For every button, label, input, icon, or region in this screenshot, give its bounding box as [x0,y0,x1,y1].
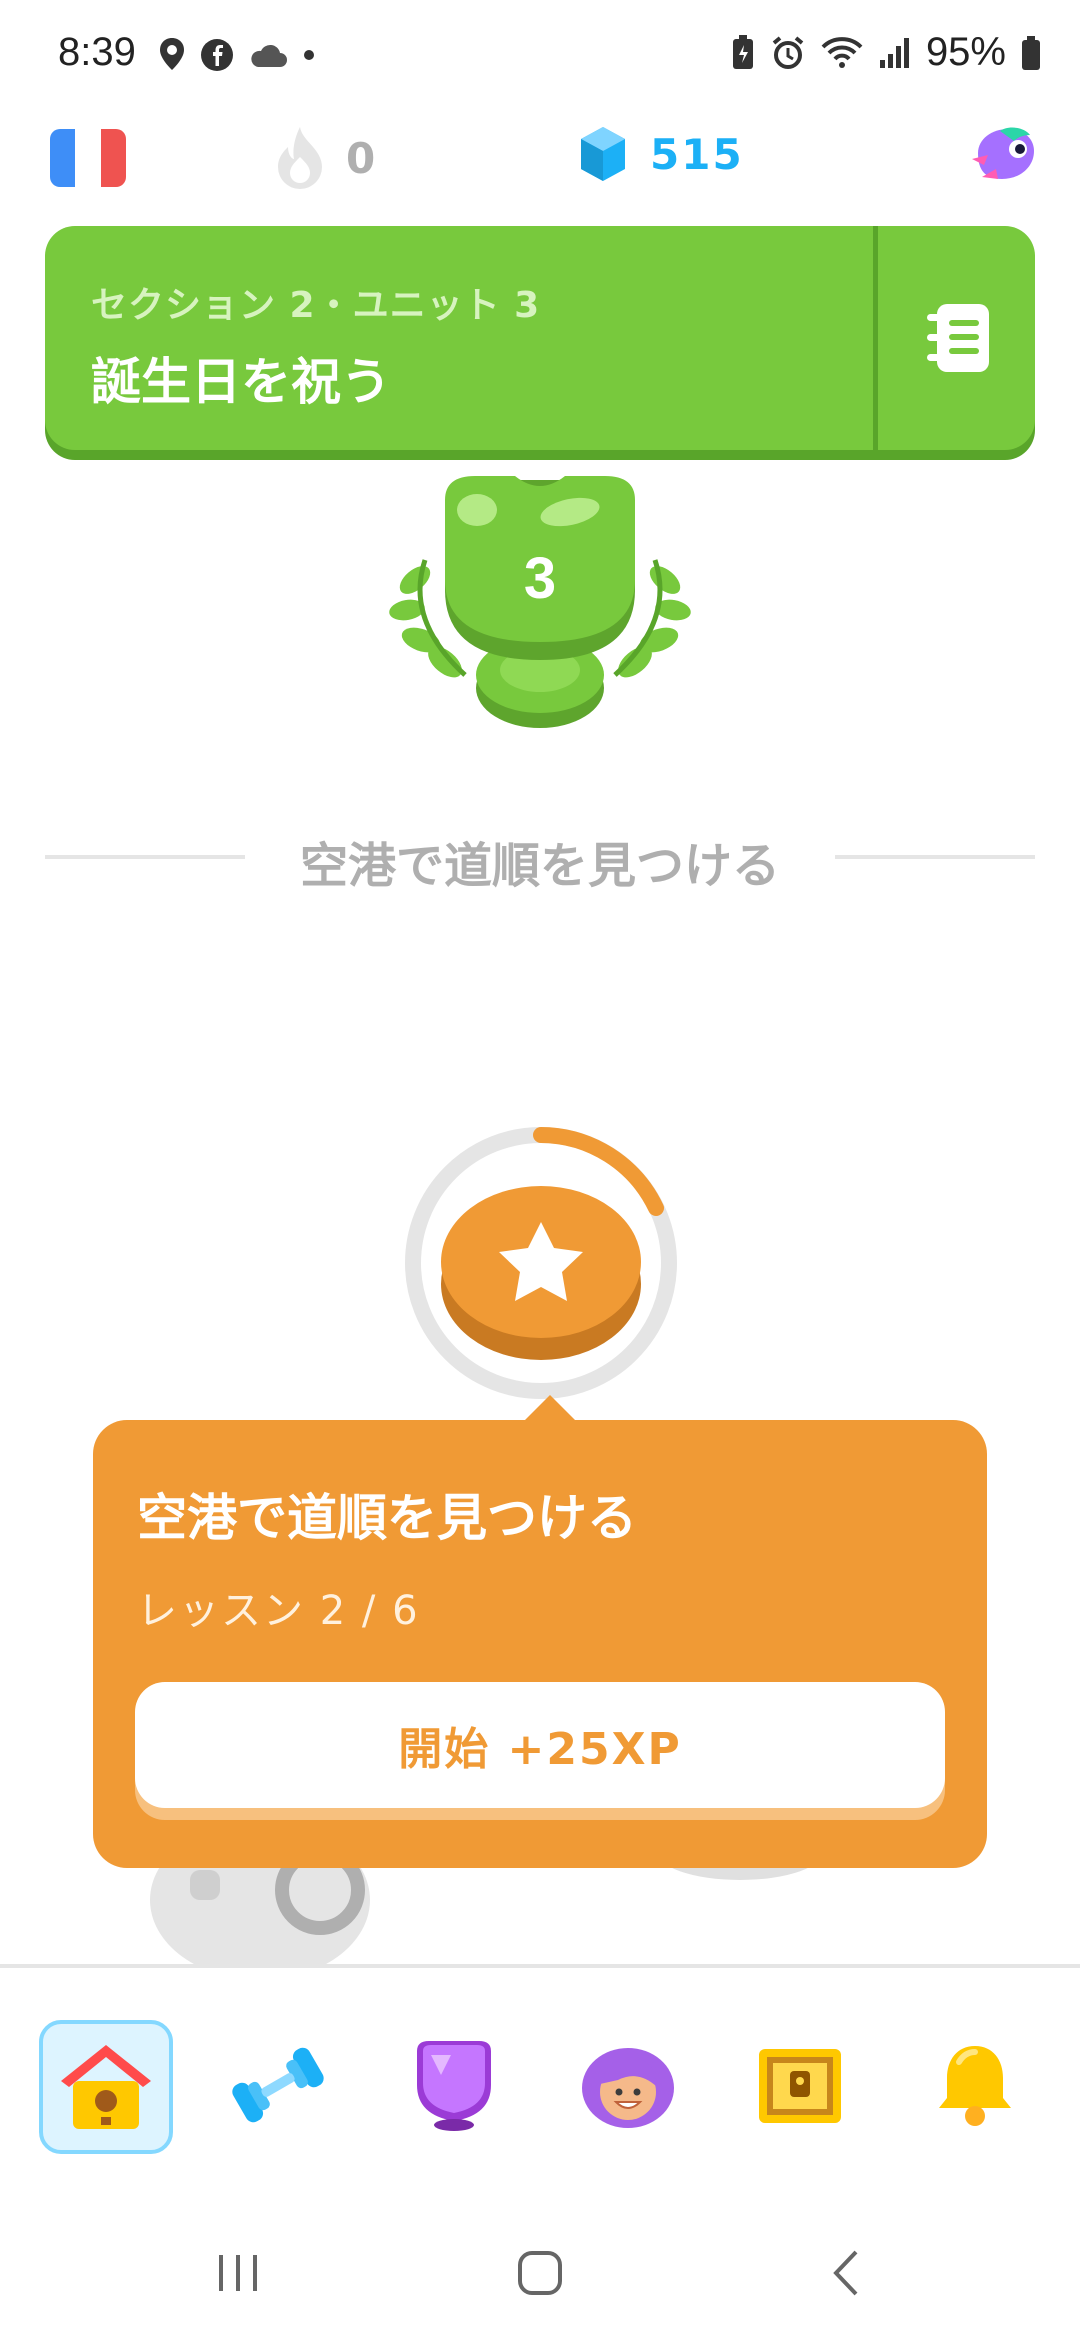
popover-arrow [522,1395,578,1423]
lesson-popover: 空港で道順を見つける レッスン 2 / 6 開始 +25XP [93,1420,987,1868]
system-navigation-bar [0,2198,1080,2340]
unit-title: 誕生日を祝う [91,353,391,411]
section-label: 空港で道順を見つける [299,838,780,894]
status-notification-icons [158,36,316,74]
nav-quests[interactable] [735,2020,865,2150]
dumbbell-icon [232,2047,324,2123]
cloud-icon [251,44,287,67]
trophy-level: 3 [524,546,556,611]
nav-home[interactable] [39,2020,173,2154]
battery-icon [1022,35,1040,70]
streak-count: 0 [346,133,376,183]
bottom-nav [0,1968,1080,2198]
alarm-icon [772,35,804,69]
recents-button[interactable] [193,2238,283,2308]
top-stats-bar: 0 515 [0,115,1080,205]
unit-trophy[interactable]: 3 [385,470,695,740]
super-duo-icon[interactable] [970,123,1040,193]
league-shield-icon [417,2041,491,2131]
facebook-icon [201,39,233,71]
gems-counter[interactable]: 515 [578,125,744,183]
home-icon [61,2045,151,2129]
nav-notifications[interactable] [910,2020,1040,2150]
notebook-icon [926,304,989,372]
gems-count: 515 [650,129,744,179]
home-circle-icon [518,2251,562,2295]
battery-saver-icon [732,34,753,69]
path-characters [140,1860,940,1970]
lesson-node[interactable] [400,1122,682,1404]
back-button[interactable] [800,2238,890,2308]
dot-icon [304,50,314,60]
wifi-icon [821,36,863,68]
unit-subtitle: セクション 2・ユニット 3 [91,285,541,326]
back-chevron-icon [833,2250,858,2296]
section-divider-right [835,855,1035,859]
nav-practice[interactable] [213,2020,343,2150]
home-system-button[interactable] [495,2238,585,2308]
guidebook-button[interactable] [878,226,1035,450]
french-flag-icon[interactable] [50,129,126,187]
nav-profile[interactable] [563,2020,693,2150]
streak-counter[interactable]: 0 [272,125,375,191]
nav-leaderboards[interactable] [389,2020,519,2150]
start-lesson-button[interactable]: 開始 +25XP [135,1682,945,1808]
recents-icon [219,2255,257,2291]
status-bar: 8:39 95% [0,0,1080,110]
popover-title: 空港で道順を見つける [137,1489,637,1547]
gem-icon [581,127,625,181]
bell-icon [939,2046,1011,2126]
battery-percent: 95% [925,30,1006,74]
avatar-icon [582,2048,674,2128]
location-icon [160,38,184,70]
chest-icon [759,2049,841,2123]
status-system-icons: 95% [730,30,1042,75]
flame-icon [278,127,322,189]
lesson-progress-text: レッスン 2 / 6 [137,1588,420,1634]
status-time: 8:39 [58,30,136,74]
signal-icon [879,37,909,68]
unit-banner[interactable]: セクション 2・ユニット 3 誕生日を祝う [45,226,1035,450]
